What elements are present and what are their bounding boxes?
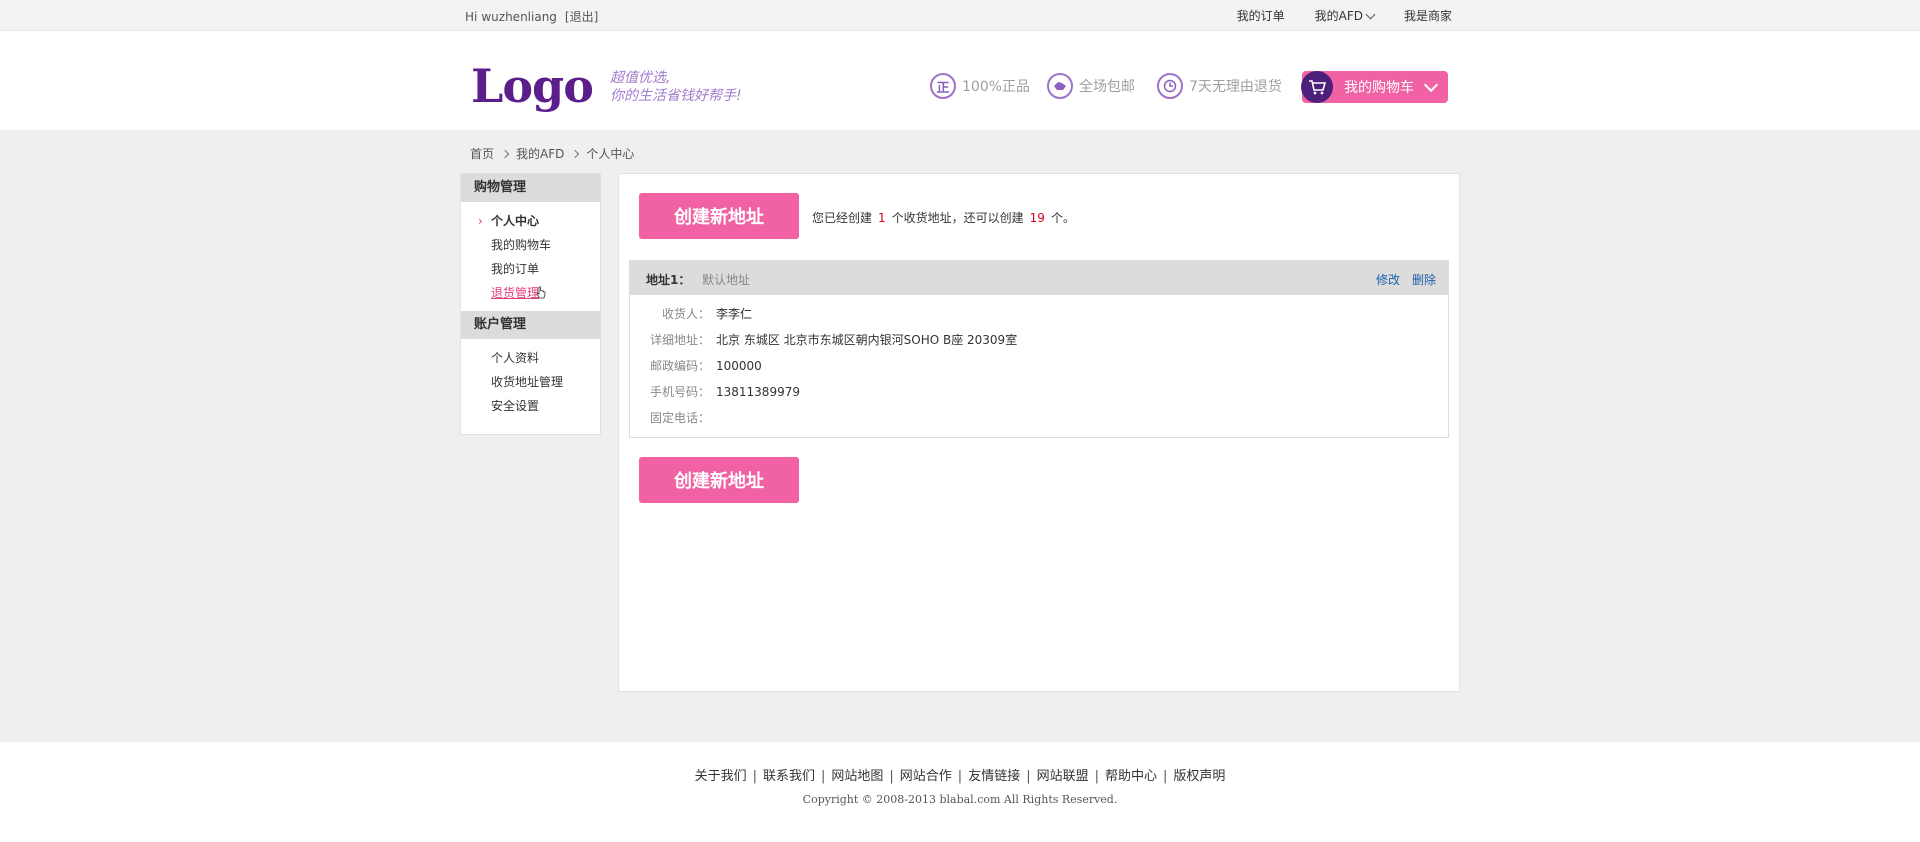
sidebar: 购物管理 › 个人中心 我的购物车 我的订单 退货管理 账户管理 个人资料 收货地… <box>460 173 601 435</box>
default-address-label: 默认地址 <box>702 273 751 287</box>
chevron-down-icon <box>1423 77 1439 92</box>
address-details: 收货人： 李李仁 详细地址： 北京 东城区 北京市东城区朝内银河SOHO B座 20… <box>630 295 1448 431</box>
feature-return: 7天无理由退货 <box>1157 73 1282 99</box>
address-row-recipient: 收货人： 李李仁 <box>630 301 1448 327</box>
field-label: 固定电话： <box>649 411 710 425</box>
address-card: 地址1： 默认地址 修改 删除 收货人： 李李仁 详细地址： 北京 东城区 北京市东… <box>629 260 1449 438</box>
slogan-line-2: 你的生活省钱好帮手! <box>610 88 742 104</box>
breadcrumb-separator-icon <box>500 149 510 158</box>
copyright-text: Copyright © 2008-2013 blabal.com All Rig… <box>802 793 1118 806</box>
field-value: 100000 <box>716 359 762 373</box>
feature-free-shipping: 全场包邮 <box>1047 73 1135 99</box>
free-shipping-icon <box>1047 73 1073 99</box>
info-suffix: 个。 <box>1050 211 1075 225</box>
field-value: 北京 东城区 北京市东城区朝内银河SOHO B座 20309室 <box>716 333 1018 347</box>
top-bar: Hi wuzhenliang [退出] 我的订单 我的AFD 我是商家 <box>0 0 1920 31</box>
cart-icon <box>1301 71 1333 103</box>
main-panel: 创建新地址 您已经创建 1 个收货地址，还可以创建 19 个。 地址1： 默认地址 修改… <box>618 173 1460 692</box>
field-label: 收货人： <box>661 307 710 321</box>
site-header: Logo 超值优选, 你的生活省钱好帮手! 正 100%正品 全场包邮 7天无理… <box>0 31 1920 130</box>
site-logo[interactable]: Logo <box>471 59 594 113</box>
top-links: 我的订单 我的AFD 我是商家 <box>1237 7 1452 24</box>
info-middle: 个收货地址，还可以创建 <box>891 211 1024 225</box>
breadcrumb: 首页 我的AFD 个人中心 <box>470 145 634 162</box>
footer-link-copyright[interactable]: 版权声明 <box>1173 769 1225 784</box>
create-address-button-bottom[interactable]: 创建新地址 <box>639 457 799 503</box>
sidebar-item-address-management[interactable]: 收货地址管理 <box>461 370 600 394</box>
sidebar-list-account: 个人资料 收货地址管理 安全设置 <box>461 339 600 424</box>
my-afd-dropdown[interactable]: 我的AFD <box>1314 7 1376 24</box>
footer-link-help[interactable]: 帮助中心 <box>1105 769 1157 784</box>
created-count: 1 <box>878 211 886 225</box>
sidebar-item-my-cart[interactable]: 我的购物车 <box>461 233 600 257</box>
greeting-text: Hi <box>465 10 478 24</box>
my-orders-link[interactable]: 我的订单 <box>1237 7 1285 24</box>
breadcrumb-my-afd[interactable]: 我的AFD <box>516 145 564 162</box>
sidebar-item-label: 退货管理 <box>491 286 540 300</box>
delete-address-link[interactable]: 删除 <box>1412 271 1436 288</box>
sidebar-item-returns[interactable]: 退货管理 <box>461 281 600 305</box>
address-row-postcode: 邮政编码： 100000 <box>630 353 1448 379</box>
sidebar-section-title-account: 账户管理 <box>461 311 600 339</box>
address-title: 地址1： <box>646 273 691 287</box>
slogan-line-1: 超值优选, <box>610 70 671 86</box>
site-footer: 关于我们 | 联系我们 | 网站地图 | 网站合作 | 友情链接 | 网站联盟 | 帮助中心 | 版权声明 … <box>0 742 1920 842</box>
address-row-detail: 详细地址： 北京 东城区 北京市东城区朝内银河SOHO B座 20309室 <box>630 327 1448 353</box>
footer-link-cooperation[interactable]: 网站合作 <box>900 769 952 784</box>
cart-label: 我的购物车 <box>1344 80 1414 96</box>
field-label: 详细地址： <box>649 333 710 347</box>
remaining-count: 19 <box>1029 211 1045 225</box>
address-count-info: 您已经创建 1 个收货地址，还可以创建 19 个。 <box>812 209 1075 226</box>
info-prefix: 您已经创建 <box>812 211 873 225</box>
sidebar-item-label: 个人资料 <box>491 351 540 365</box>
breadcrumb-home[interactable]: 首页 <box>470 145 494 162</box>
field-value: 13811389979 <box>716 385 800 399</box>
chevron-down-icon <box>1365 9 1376 19</box>
address-actions: 修改 删除 <box>1376 271 1436 288</box>
my-afd-label: 我的AFD <box>1314 9 1363 23</box>
create-address-button[interactable]: 创建新地址 <box>639 193 799 239</box>
footer-link-alliance[interactable]: 网站联盟 <box>1037 769 1089 784</box>
footer-link-contact[interactable]: 联系我们 <box>763 769 815 784</box>
address-card-header: 地址1： 默认地址 修改 删除 <box>630 261 1448 295</box>
footer-link-about[interactable]: 关于我们 <box>695 769 747 784</box>
address-row-landline: 固定电话： <box>630 405 1448 431</box>
edit-address-link[interactable]: 修改 <box>1376 271 1400 288</box>
logout-link[interactable]: [退出] <box>565 10 598 24</box>
sidebar-item-label: 个人中心 <box>491 214 540 228</box>
field-label: 邮政编码： <box>649 359 710 373</box>
feature-free-shipping-label: 全场包邮 <box>1079 79 1135 95</box>
breadcrumb-current: 个人中心 <box>586 147 635 161</box>
feature-return-label: 7天无理由退货 <box>1189 79 1282 95</box>
clock-icon <box>1157 73 1183 99</box>
sidebar-item-label: 收货地址管理 <box>491 375 564 389</box>
my-cart-button[interactable]: 我的购物车 <box>1301 71 1448 103</box>
sidebar-item-label: 我的订单 <box>491 262 540 276</box>
feature-genuine-label: 100%正品 <box>962 79 1031 95</box>
sidebar-item-my-orders[interactable]: 我的订单 <box>461 257 600 281</box>
user-greeting: Hi wuzhenliang [退出] <box>465 8 598 25</box>
username: wuzhenliang <box>481 10 557 24</box>
merchant-link[interactable]: 我是商家 <box>1404 7 1452 24</box>
sidebar-item-label: 安全设置 <box>491 399 540 413</box>
sidebar-list-shopping: › 个人中心 我的购物车 我的订单 退货管理 <box>461 202 600 311</box>
footer-links: 关于我们 | 联系我们 | 网站地图 | 网站合作 | 友情链接 | 网站联盟 | 帮助中心 | 版权声明 <box>694 769 1226 784</box>
address-row-mobile: 手机号码： 13811389979 <box>630 379 1448 405</box>
sidebar-item-security[interactable]: 安全设置 <box>461 394 600 418</box>
slogan: 超值优选, 你的生活省钱好帮手! <box>610 69 742 105</box>
field-label: 手机号码： <box>649 385 710 399</box>
sidebar-item-label: 我的购物车 <box>491 238 552 252</box>
active-arrow-icon: › <box>478 214 483 228</box>
feature-genuine: 正 100%正品 <box>930 73 1030 99</box>
breadcrumb-separator-icon <box>571 149 580 158</box>
sidebar-item-profile[interactable]: 个人资料 <box>461 346 600 370</box>
sidebar-item-personal-center[interactable]: › 个人中心 <box>461 209 600 233</box>
field-value: 李李仁 <box>716 307 753 321</box>
genuine-icon: 正 <box>930 73 956 99</box>
hand-cursor-icon <box>536 286 546 299</box>
footer-link-sitemap[interactable]: 网站地图 <box>831 769 883 784</box>
sidebar-section-title-shopping: 购物管理 <box>461 174 600 202</box>
footer-link-friends[interactable]: 友情链接 <box>968 769 1020 784</box>
